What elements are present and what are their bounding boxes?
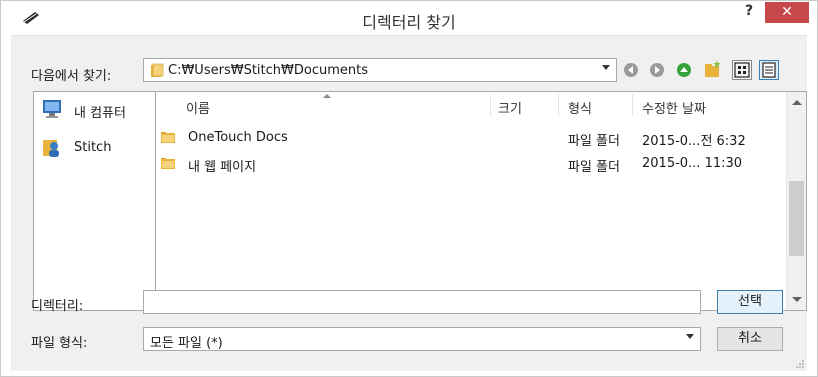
file-list: 이름 크기 형식 수정한 날짜 OneTouch Docs 파일 폴더 2015… xyxy=(155,91,807,311)
directory-input[interactable] xyxy=(143,290,701,314)
back-icon[interactable] xyxy=(623,62,639,78)
directory-label: 디렉터리: xyxy=(31,299,84,314)
details-list-icon xyxy=(762,62,776,78)
file-row[interactable]: OneTouch Docs 파일 폴더 2015-0...전 6:32 xyxy=(156,126,784,150)
list-view-button[interactable] xyxy=(732,60,752,80)
places-sidebar: 내 컴퓨터 Stitch xyxy=(33,91,157,311)
look-in-label: 다음에서 찾기: xyxy=(31,69,112,84)
file-row[interactable]: 내 웹 페이지 파일 폴더 2015-0... 11:30 xyxy=(156,152,784,176)
file-type-combo[interactable]: 모든 파일 (*) xyxy=(143,327,701,351)
column-header-date[interactable]: 수정한 날짜 xyxy=(642,98,706,117)
resize-grip-icon[interactable] xyxy=(795,359,805,369)
column-divider[interactable] xyxy=(558,94,559,116)
look-in-path: C:₩Users₩Stitch₩Documents xyxy=(168,63,368,78)
grid-icon xyxy=(734,62,750,78)
place-stitch[interactable]: Stitch xyxy=(40,136,152,160)
cancel-button[interactable]: 취소 xyxy=(717,327,783,351)
select-button[interactable]: 선택 xyxy=(717,290,783,314)
chevron-down-icon[interactable] xyxy=(686,334,694,339)
folder-icon xyxy=(161,158,175,169)
vertical-scrollbar[interactable] xyxy=(786,92,806,310)
new-folder-icon[interactable] xyxy=(703,59,723,79)
window-title: 디렉터리 찾기 xyxy=(362,13,456,32)
column-divider[interactable] xyxy=(490,94,491,116)
folder-icon xyxy=(161,132,175,143)
file-name: OneTouch Docs xyxy=(188,130,288,145)
place-my-computer[interactable]: 내 컴퓨터 xyxy=(40,98,152,122)
place-label: Stitch xyxy=(74,140,112,155)
look-in-combo[interactable]: C:₩Users₩Stitch₩Documents xyxy=(143,58,617,82)
details-view-button[interactable] xyxy=(759,60,779,80)
file-date: 2015-0...전 6:32 xyxy=(642,134,746,149)
column-header-size[interactable]: 크기 xyxy=(498,98,522,117)
up-level-icon[interactable] xyxy=(676,62,692,78)
file-type-value: 모든 파일 (*) xyxy=(150,336,223,351)
dialog-body: 다음에서 찾기: C:₩Users₩Stitch₩Documents 내 컴퓨터… xyxy=(11,35,807,371)
scroll-thumb[interactable] xyxy=(789,181,804,256)
title-bar: 디렉터리 찾기 ? ✕ xyxy=(1,1,817,35)
column-header-type[interactable]: 형식 xyxy=(568,98,592,117)
user-folder-icon xyxy=(43,140,59,157)
folder-icon xyxy=(151,63,164,77)
file-name: 내 웹 페이지 xyxy=(188,160,257,175)
close-button[interactable]: ✕ xyxy=(765,2,809,23)
forward-icon[interactable] xyxy=(649,62,665,78)
file-type: 파일 폴더 xyxy=(568,134,620,149)
file-date: 2015-0... 11:30 xyxy=(642,156,743,171)
computer-icon xyxy=(43,100,61,118)
file-type-label: 파일 형식: xyxy=(31,336,88,351)
directory-dialog: 디렉터리 찾기 ? ✕ 다음에서 찾기: C:₩Users₩Stitch₩Doc… xyxy=(0,0,818,377)
sort-ascending-icon xyxy=(323,94,331,98)
column-header-name[interactable]: 이름 xyxy=(186,98,210,117)
chevron-down-icon[interactable] xyxy=(602,65,610,70)
column-divider[interactable] xyxy=(632,94,633,116)
file-type: 파일 폴더 xyxy=(568,160,620,175)
scroll-up-icon[interactable] xyxy=(792,100,802,105)
place-label: 내 컴퓨터 xyxy=(74,106,126,121)
help-button[interactable]: ? xyxy=(737,3,761,25)
scroll-down-icon[interactable] xyxy=(792,297,802,302)
